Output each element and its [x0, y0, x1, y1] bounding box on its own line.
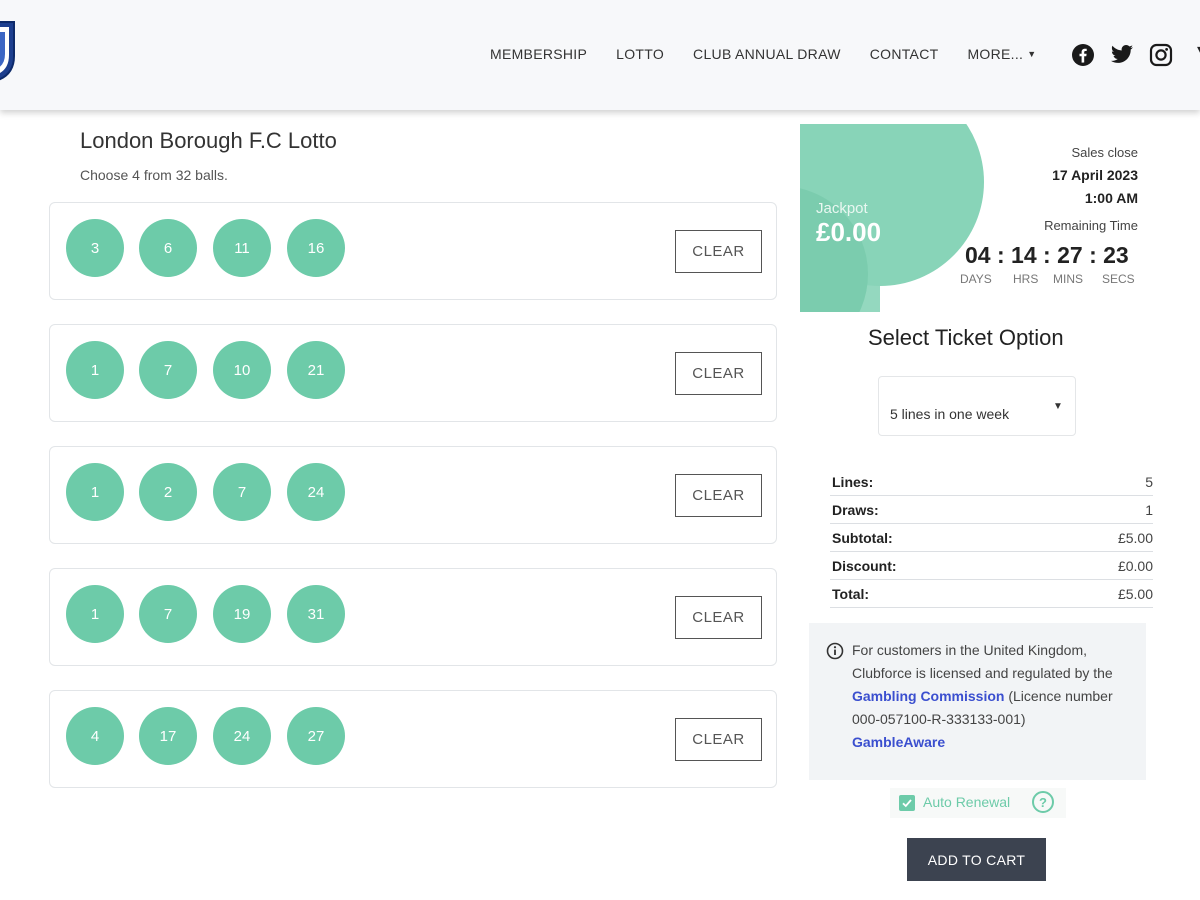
ball[interactable]: 2	[139, 463, 197, 521]
summary-key: Draws:	[832, 502, 879, 518]
ball[interactable]: 11	[213, 219, 271, 277]
ball[interactable]: 17	[139, 707, 197, 765]
ball[interactable]: 1	[66, 585, 124, 643]
lotto-line-2: 1 7 10 21 CLEAR	[49, 324, 777, 422]
ticket-option-select[interactable]: 5 lines in one week ▼	[878, 376, 1076, 436]
summary-value: £0.00	[1117, 558, 1153, 574]
ball[interactable]: 1	[66, 463, 124, 521]
ball[interactable]: 27	[287, 707, 345, 765]
unit-days: DAYS	[960, 272, 992, 286]
ball[interactable]: 16	[287, 219, 345, 277]
summary-value: £5.00	[1117, 586, 1153, 602]
sales-close-label: Sales close	[1071, 145, 1138, 160]
ticket-option-heading: Select Ticket Option	[868, 325, 1064, 350]
clear-button[interactable]: CLEAR	[675, 230, 762, 273]
unit-secs: SECS	[1102, 272, 1135, 286]
summary-row-discount: Discount: £0.00	[830, 552, 1153, 580]
summary-key: Total:	[832, 586, 870, 602]
sales-close-date: 17 April 2023	[1052, 167, 1138, 183]
page-subtitle: Choose 4 from 32 balls.	[80, 167, 228, 183]
lotto-line-5: 4 17 24 27 CLEAR	[49, 690, 777, 788]
nav-membership[interactable]: MEMBERSHIP	[490, 46, 587, 62]
unit-mins: MINS	[1053, 272, 1083, 286]
ball[interactable]: 24	[287, 463, 345, 521]
countdown-days: 04	[965, 242, 991, 268]
info-text-part: For customers in the United Kingdom, Clu…	[852, 642, 1113, 681]
ball[interactable]: 19	[213, 585, 271, 643]
licence-info-text: For customers in the United Kingdom, Clu…	[852, 639, 1137, 754]
countdown-mins: 27	[1057, 242, 1083, 268]
summary-key: Subtotal:	[832, 530, 893, 546]
summary-row-subtotal: Subtotal: £5.00	[830, 524, 1153, 552]
ball[interactable]: 21	[287, 341, 345, 399]
countdown-hrs: 14	[1011, 242, 1037, 268]
ball[interactable]: 7	[139, 585, 197, 643]
help-icon[interactable]: ?	[1032, 791, 1054, 813]
sales-close-time: 1:00 AM	[1084, 190, 1138, 206]
summary-row-total: Total: £5.00	[830, 580, 1153, 608]
licence-info-box: For customers in the United Kingdom, Clu…	[809, 623, 1146, 780]
summary-key: Lines:	[832, 474, 874, 490]
lotto-line-3: 1 2 7 24 CLEAR	[49, 446, 777, 544]
jackpot-panel: Jackpot £0.00 Sales close 17 April 2023 …	[800, 124, 1150, 312]
gambleaware-link[interactable]: GambleAware	[852, 734, 945, 750]
clear-button[interactable]: CLEAR	[675, 596, 762, 639]
summary-value: £5.00	[1117, 530, 1153, 546]
auto-renewal-label[interactable]: Auto Renewal	[923, 794, 1010, 810]
nav-club-annual-draw[interactable]: CLUB ANNUAL DRAW	[693, 46, 841, 62]
ball[interactable]: 6	[139, 219, 197, 277]
caret-down-icon: ▼	[1053, 401, 1063, 412]
clear-button[interactable]: CLEAR	[675, 352, 762, 395]
order-summary: Lines: 5 Draws: 1 Subtotal: £5.00 Discount:…	[830, 468, 1153, 608]
summary-key: Discount:	[832, 558, 897, 574]
summary-row-lines: Lines: 5	[830, 468, 1153, 496]
social-links: ▾	[1070, 40, 1200, 68]
clear-button[interactable]: CLEAR	[675, 718, 762, 761]
ball[interactable]: 7	[139, 341, 197, 399]
ball[interactable]: 4	[66, 707, 124, 765]
page-title: London Borough F.C Lotto	[80, 128, 337, 153]
clear-button[interactable]: CLEAR	[675, 474, 762, 517]
main-nav: MEMBERSHIP LOTTO CLUB ANNUAL DRAW CONTAC…	[490, 46, 1065, 62]
auto-renewal-row: Auto Renewal ?	[890, 788, 1066, 818]
nav-contact[interactable]: CONTACT	[870, 46, 939, 62]
nav-more-dropdown[interactable]: MORE... ▼	[967, 46, 1036, 62]
nav-more-label: MORE...	[967, 46, 1024, 62]
facebook-icon[interactable]	[1070, 42, 1096, 68]
auto-renewal-checkbox[interactable]	[899, 795, 915, 811]
remaining-time-label: Remaining Time	[1044, 218, 1138, 233]
ball[interactable]: 10	[213, 341, 271, 399]
site-header: MEMBERSHIP LOTTO CLUB ANNUAL DRAW CONTAC…	[0, 0, 1200, 110]
lotto-line-4: 1 7 19 31 CLEAR	[49, 568, 777, 666]
gambling-commission-link[interactable]: Gambling Commission	[852, 688, 1004, 704]
twitter-icon[interactable]	[1109, 42, 1135, 68]
add-to-cart-button[interactable]: ADD TO CART	[907, 838, 1046, 881]
summary-row-draws: Draws: 1	[830, 496, 1153, 524]
ball[interactable]: 7	[213, 463, 271, 521]
ball[interactable]: 1	[66, 341, 124, 399]
ticket-option-value: 5 lines in one week	[890, 406, 1010, 422]
countdown-timer: 04 : 14 : 27 : 23	[965, 242, 1129, 268]
nav-lotto[interactable]: LOTTO	[616, 46, 664, 62]
lotto-line-1: 3 6 11 16 CLEAR	[49, 202, 777, 300]
club-crest-logo[interactable]	[0, 18, 18, 82]
jackpot-value: £0.00	[816, 217, 882, 247]
summary-value: 1	[1145, 502, 1153, 518]
caret-down-icon: ▼	[1027, 49, 1037, 59]
ball[interactable]: 31	[287, 585, 345, 643]
jackpot-label: Jackpot	[816, 200, 868, 217]
summary-value: 5	[1145, 474, 1153, 490]
ball[interactable]: 3	[66, 219, 124, 277]
checkmark-icon	[902, 799, 912, 808]
unit-hrs: HRS	[1013, 272, 1039, 286]
info-icon	[826, 642, 844, 660]
countdown-secs: 23	[1103, 242, 1129, 268]
ball[interactable]: 24	[213, 707, 271, 765]
instagram-icon[interactable]	[1148, 42, 1174, 68]
